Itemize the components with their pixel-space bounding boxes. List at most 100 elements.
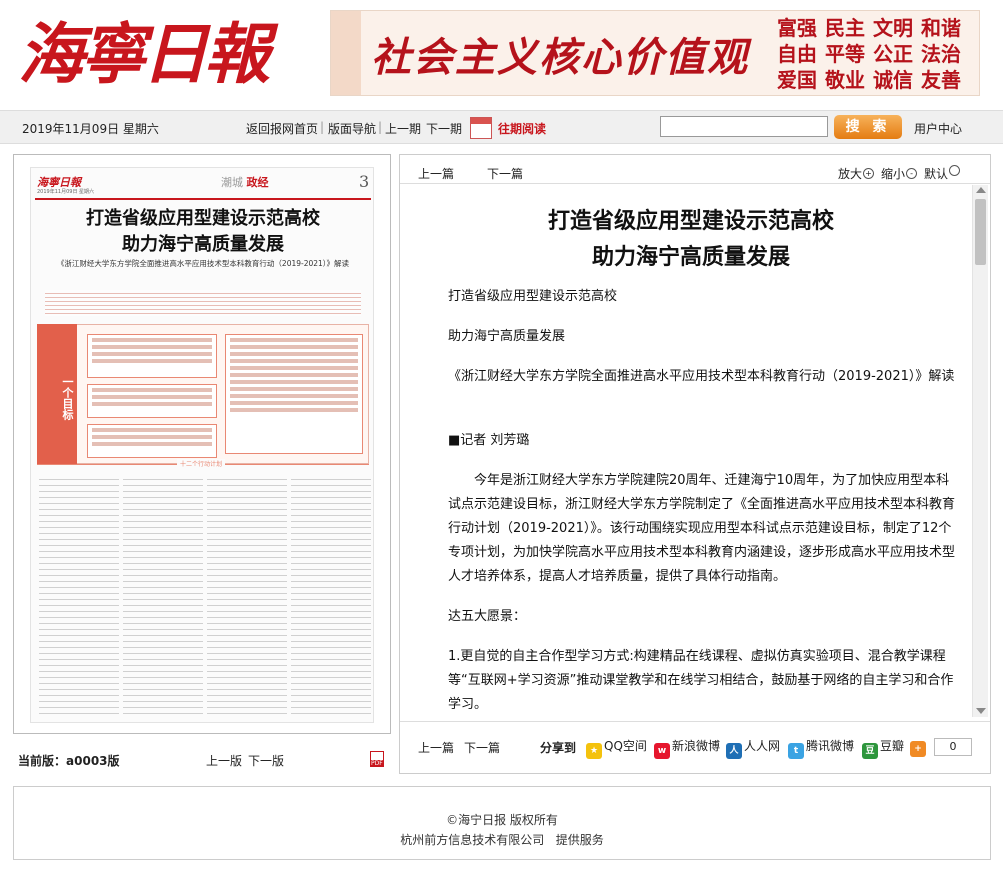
share-qzone[interactable]: ★ QQ空间	[586, 737, 647, 759]
thumb-rule	[35, 198, 371, 200]
page-thumbnail-panel: 海寧日報 2019年11月09日 星期六 潮城 政经 3 打造省级应用型建设示范…	[13, 154, 391, 734]
zoom-in-radio[interactable]: +	[863, 168, 875, 179]
article-title-line-2: 助力海宁高质量发展	[591, 245, 790, 270]
core-value: 富强	[777, 16, 817, 40]
thumb-headline-1[interactable]: 打造省级应用型建设示范高校	[31, 204, 373, 230]
prev-page-link[interactable]: 上一版	[206, 752, 242, 769]
thumb-box	[87, 424, 217, 458]
calendar-icon[interactable]	[470, 117, 492, 139]
prev-article-link[interactable]: 上一篇	[418, 165, 454, 182]
top-navbar: 2019年11月09日 星期六 返回报网首页 | 版面导航 | 上一期 下一期 …	[0, 110, 1003, 144]
thumb-section-city: 潮城	[221, 176, 243, 189]
core-value: 民主	[825, 16, 865, 40]
thumb-lead-text	[45, 290, 361, 316]
thumb-text-column	[39, 474, 119, 718]
share-more[interactable]: +	[910, 737, 928, 757]
share-renren-label: 人人网	[744, 739, 781, 753]
core-values-banner: 社会主义核心价值观 富强 民主 文明 和谐自由 平等 公正 法治爱国 敬业 诚信 友善	[330, 10, 980, 96]
zoom-in-control[interactable]: 放大 +	[838, 165, 875, 182]
zoom-in-label: 放大	[838, 167, 863, 181]
core-value: 敬业	[825, 68, 865, 92]
article-paragraph: 打造省级应用型建设示范高校	[448, 289, 618, 304]
thumb-text-column	[207, 474, 287, 718]
tencent-weibo-icon: t	[788, 743, 804, 759]
prev-article-link-bottom[interactable]: 上一篇	[418, 739, 454, 756]
user-center-link[interactable]: 用户中心	[914, 120, 962, 137]
core-value: 和谐	[921, 16, 961, 40]
zoom-out-radio[interactable]: -	[906, 168, 918, 179]
share-douban-label: 豆瓣	[880, 739, 905, 753]
share-weibo-label: 新浪微博	[672, 739, 721, 753]
thumb-section-divider: 十二个行动计划	[37, 459, 369, 472]
thumb-box	[225, 334, 363, 454]
scroll-down-arrow-icon[interactable]	[976, 708, 986, 714]
core-value: 公正	[873, 42, 913, 66]
scroll-thumb[interactable]	[975, 199, 986, 265]
core-value: 友善	[921, 68, 961, 92]
prev-issue-link[interactable]: 上一期	[385, 120, 421, 137]
home-link[interactable]: 返回报网首页	[246, 120, 318, 137]
next-page-link[interactable]: 下一版	[248, 752, 284, 769]
thumb-section-marker: 十二个行动计划	[177, 459, 226, 468]
share-douban[interactable]: 豆豆瓣	[862, 737, 904, 759]
newspaper-page-thumbnail[interactable]: 海寧日報 2019年11月09日 星期六 潮城 政经 3 打造省级应用型建设示范…	[30, 167, 374, 723]
core-value: 法治	[921, 42, 961, 66]
zoom-default-control[interactable]: 默认	[924, 165, 961, 182]
douban-icon: 豆	[862, 743, 878, 759]
share-weibo[interactable]: w 新浪微博	[654, 737, 720, 759]
qzone-icon: ★	[586, 743, 602, 759]
article-paragraph: 《浙江财经大学东方学院全面推进高水平应用技术型本科教育行动（2019-2021）…	[448, 369, 955, 384]
thumb-vertical-tag: 一个目标	[37, 324, 77, 464]
search-input[interactable]	[660, 116, 828, 137]
current-page-label: 当前版：	[18, 754, 67, 768]
article-title-line-1: 打造省级应用型建设示范高校	[547, 209, 834, 234]
nav-separator: |	[378, 120, 383, 134]
share-renren[interactable]: 人人人网	[726, 737, 780, 759]
logo-text: 海寧日報	[18, 15, 270, 93]
thumb-subtitle: 《浙江财经大学东方学院全面推进高水平应用技术型本科教育行动（2019-2021）…	[56, 259, 350, 268]
share-label: 分享到	[540, 741, 577, 755]
layout-nav-link[interactable]: 版面导航	[328, 120, 376, 137]
next-article-link-bottom[interactable]: 下一篇	[464, 739, 500, 756]
article-paragraph: 今年是浙江财经大学东方学院建院20周年、迁建海宁10周年，为了加快应用型本科试点…	[448, 473, 956, 584]
zoom-default-radio[interactable]	[949, 165, 961, 176]
archive-link[interactable]: 往期阅读	[498, 120, 546, 137]
thumb-page-number: 3	[359, 172, 370, 191]
share-qzone-label: QQ空间	[604, 739, 647, 753]
banner-decoration	[331, 11, 361, 95]
thumb-text-column	[291, 474, 371, 718]
article-paragraph: 达五大愿景：	[448, 609, 527, 624]
pdf-download-icon[interactable]	[370, 751, 384, 767]
share-tencent-weibo[interactable]: t 腾讯微博	[788, 737, 854, 759]
current-page: 当前版：a0003版	[18, 752, 120, 769]
core-value: 文明	[873, 16, 913, 40]
article-panel: 上一篇 下一篇 放大 + 缩小 - 默认 打造省级应用型建设示范高校 助力海宁高质量…	[399, 154, 991, 774]
core-value: 诚信	[873, 68, 913, 92]
scroll-up-arrow-icon[interactable]	[976, 187, 986, 193]
newspaper-logo[interactable]: 海寧日報	[18, 6, 328, 102]
next-article-link[interactable]: 下一篇	[487, 165, 523, 182]
copyright-text: ©海宁日报 版权所有	[446, 813, 558, 827]
core-value: 平等	[825, 42, 865, 66]
article-scrollbar[interactable]	[972, 185, 988, 717]
plus-icon: +	[910, 741, 926, 757]
thumb-headline-2[interactable]: 助力海宁高质量发展	[31, 230, 373, 256]
article-byline: ■记者 刘芳璐	[448, 433, 530, 448]
article-body: 打造省级应用型建设示范高校 助力海宁高质量发展 打造省级应用型建设示范高校 助力…	[410, 185, 972, 717]
search-button[interactable]: 搜 索	[834, 115, 902, 139]
banner-slogan: 社会主义核心价值观	[371, 34, 749, 81]
article-paragraph: 助力海宁高质量发展	[448, 329, 566, 344]
page-footer: ©海宁日报 版权所有 杭州前方信息技术有限公司 提供服务	[13, 786, 991, 860]
weibo-icon: w	[654, 743, 670, 759]
next-issue-link[interactable]: 下一期	[426, 120, 462, 137]
zoom-default-label: 默认	[924, 167, 949, 181]
share-tencent-weibo-label: 腾讯微博	[806, 739, 855, 753]
thumb-section: 潮城 政经	[221, 174, 269, 190]
thumb-box	[87, 334, 217, 378]
thumb-section-name: 政经	[246, 176, 269, 189]
core-value: 自由	[777, 42, 817, 66]
divider	[400, 183, 990, 184]
zoom-out-control[interactable]: 缩小 -	[881, 165, 918, 182]
thumb-box	[87, 384, 217, 418]
share-count: 0	[934, 738, 972, 756]
